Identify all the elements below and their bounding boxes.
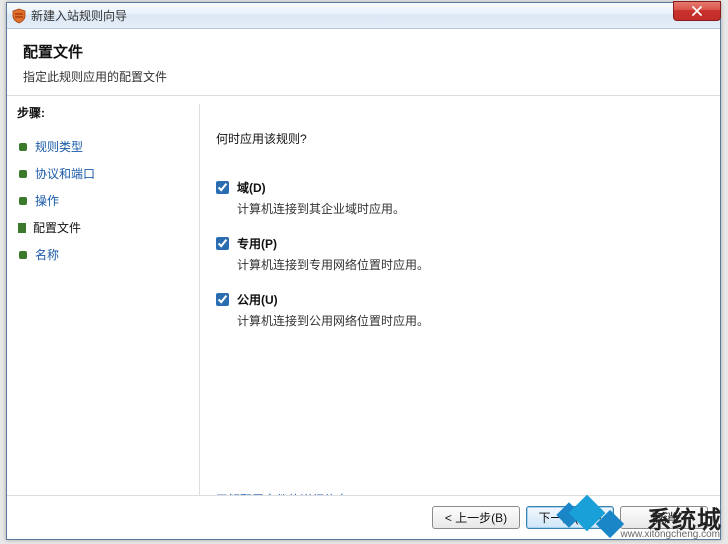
- option-public-label: 公用(U): [237, 293, 278, 307]
- step-link[interactable]: 名称: [35, 246, 59, 263]
- next-button[interactable]: 下一步(N) >: [526, 506, 614, 529]
- wizard-body: 步骤: 规则类型 协议和端口 操作 配置文件: [7, 96, 720, 508]
- cancel-button[interactable]: 取消: [620, 506, 708, 529]
- firewall-icon: [11, 8, 27, 24]
- step-action[interactable]: 操作: [17, 187, 199, 214]
- wizard-header: 配置文件 指定此规则应用的配置文件: [7, 29, 720, 96]
- step-link[interactable]: 操作: [35, 192, 59, 209]
- back-button[interactable]: < 上一步(B): [432, 506, 520, 529]
- option-private: 专用(P) 计算机连接到专用网络位置时应用。: [216, 235, 702, 273]
- step-profile[interactable]: 配置文件: [17, 214, 199, 241]
- bullet-icon: [19, 170, 27, 178]
- wizard-window: 新建入站规则向导 配置文件 指定此规则应用的配置文件 步骤: 规则类型 协议和端…: [6, 2, 721, 540]
- step-link[interactable]: 协议和端口: [35, 165, 95, 182]
- page-title: 配置文件: [23, 41, 704, 62]
- arrow-icon: [18, 223, 26, 233]
- checkbox-private[interactable]: [216, 237, 229, 250]
- option-public: 公用(U) 计算机连接到公用网络位置时应用。: [216, 291, 702, 329]
- window-title: 新建入站规则向导: [31, 7, 127, 24]
- step-link[interactable]: 配置文件: [33, 219, 81, 236]
- steps-heading: 步骤:: [17, 104, 199, 121]
- option-private-label: 专用(P): [237, 237, 277, 251]
- checkbox-domain[interactable]: [216, 181, 229, 194]
- wizard-footer: < 上一步(B) 下一步(N) > 取消: [7, 495, 720, 539]
- option-domain-desc: 计算机连接到其企业域时应用。: [237, 200, 405, 217]
- option-public-desc: 计算机连接到公用网络位置时应用。: [237, 312, 429, 329]
- main-panel: 何时应用该规则? 域(D) 计算机连接到其企业域时应用。 专用(P) 计算机连接…: [200, 96, 720, 508]
- bullet-icon: [19, 251, 27, 259]
- steps-sidebar: 步骤: 规则类型 协议和端口 操作 配置文件: [7, 96, 199, 508]
- titlebar: 新建入站规则向导: [7, 3, 720, 29]
- option-private-desc: 计算机连接到专用网络位置时应用。: [237, 256, 429, 273]
- steps-list: 规则类型 协议和端口 操作 配置文件 名称: [17, 133, 199, 268]
- question-text: 何时应用该规则?: [216, 130, 702, 147]
- checkbox-public[interactable]: [216, 293, 229, 306]
- page-subtitle: 指定此规则应用的配置文件: [23, 68, 704, 85]
- step-rule-type[interactable]: 规则类型: [17, 133, 199, 160]
- close-button[interactable]: [673, 1, 721, 21]
- step-link[interactable]: 规则类型: [35, 138, 83, 155]
- option-domain: 域(D) 计算机连接到其企业域时应用。: [216, 179, 702, 217]
- step-name[interactable]: 名称: [17, 241, 199, 268]
- bullet-icon: [19, 197, 27, 205]
- bullet-icon: [19, 143, 27, 151]
- option-domain-label: 域(D): [237, 181, 266, 195]
- step-protocol-port[interactable]: 协议和端口: [17, 160, 199, 187]
